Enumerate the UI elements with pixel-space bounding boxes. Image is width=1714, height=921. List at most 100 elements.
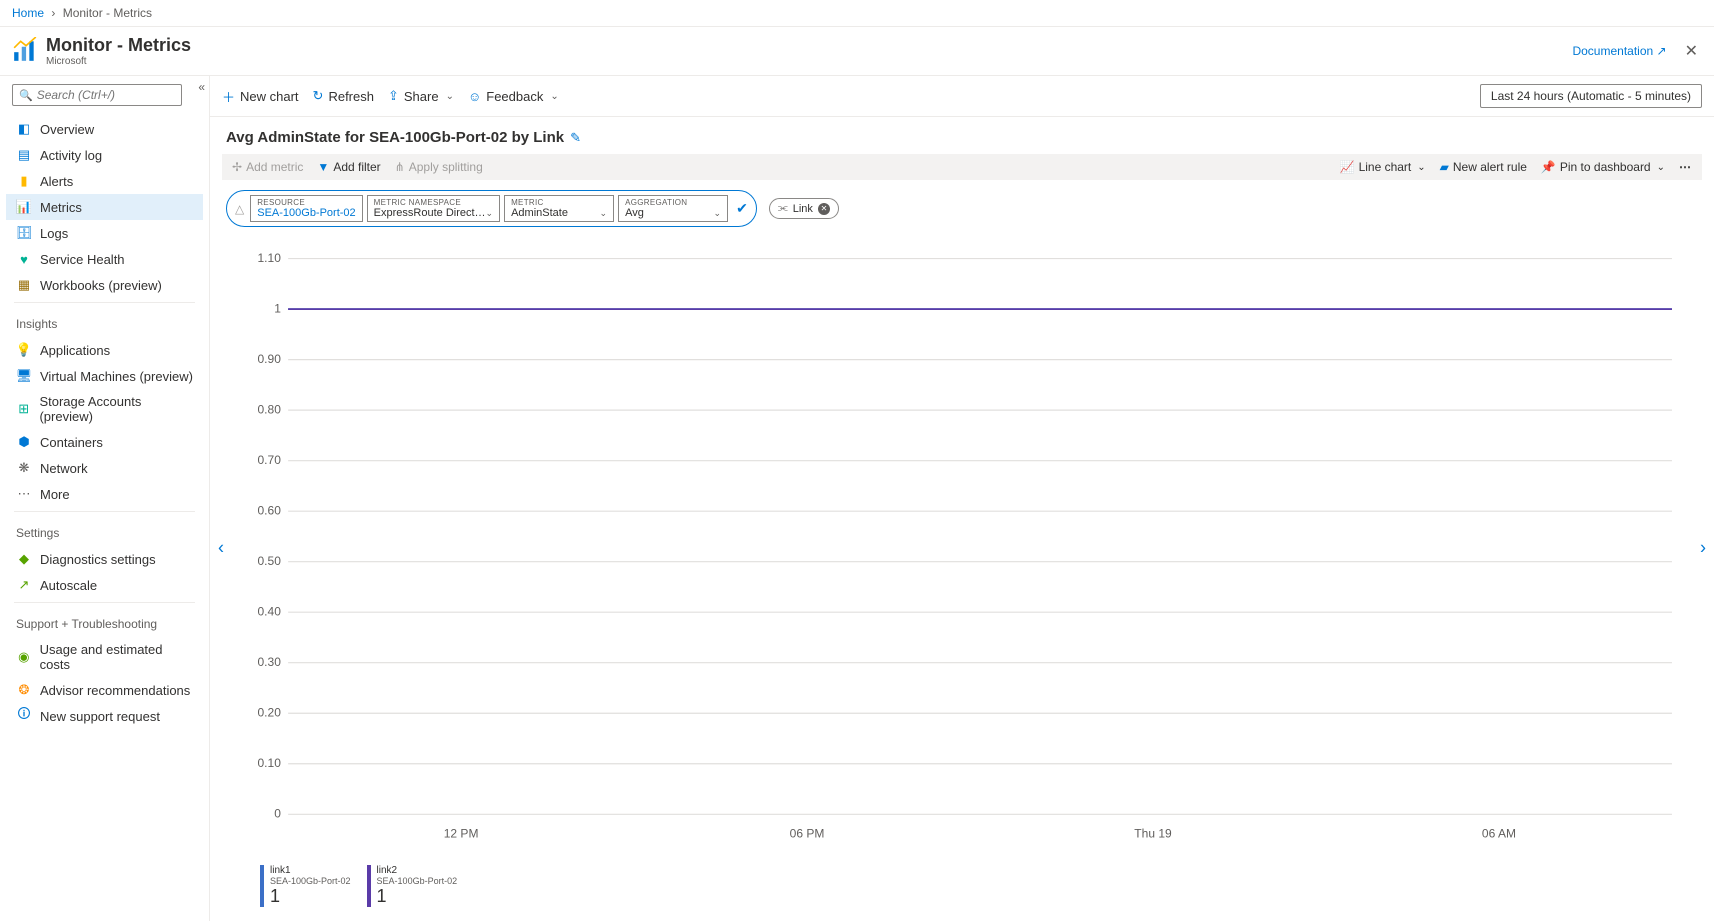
warn-icon: △ xyxy=(235,202,244,216)
close-button[interactable]: ✕ xyxy=(1681,41,1702,61)
legend-item[interactable]: link1SEA-100Gb-Port-021 xyxy=(260,865,351,907)
sidebar-item-storage-accounts-preview-[interactable]: ⊞ Storage Accounts (preview) xyxy=(6,389,203,429)
namespace-selector[interactable]: METRIC NAMESPACE ExpressRoute Direct…⌄ xyxy=(367,195,500,222)
time-range-picker[interactable]: Last 24 hours (Automatic - 5 minutes) xyxy=(1480,84,1702,108)
remove-chip-button[interactable]: ✕ xyxy=(818,203,830,215)
nav-label: Applications xyxy=(40,343,110,358)
sidebar-item-virtual-machines-preview-[interactable]: 🖥Virtual Machines (preview) xyxy=(6,363,203,389)
svg-text:1.10: 1.10 xyxy=(258,251,282,265)
new-alert-button[interactable]: ▰New alert rule xyxy=(1440,160,1527,174)
breadcrumb: Home › Monitor - Metrics xyxy=(0,0,1714,27)
chevron-down-icon: ⌄ xyxy=(550,91,558,102)
nav-label: Network xyxy=(40,461,88,476)
legend-sub: SEA-100Gb-Port-02 xyxy=(270,876,351,886)
sidebar-item-metrics[interactable]: 📊Metrics xyxy=(6,194,203,220)
monitor-icon xyxy=(12,37,38,66)
nav-icon: ◆ xyxy=(16,551,32,567)
sidebar-search[interactable]: 🔍 xyxy=(12,84,182,106)
search-input[interactable] xyxy=(37,88,175,102)
resource-selector[interactable]: RESOURCE SEA-100Gb-Port-02 xyxy=(250,195,362,222)
sidebar-item-new-support-request[interactable]: 🛈New support request xyxy=(6,703,203,729)
sidebar-item-containers[interactable]: ⬢ Containers xyxy=(6,429,203,455)
chart-title: Avg AdminState for SEA-100Gb-Port-02 by … xyxy=(226,129,564,146)
sidebar-item-applications[interactable]: 💡Applications xyxy=(6,337,203,363)
nav-label: Metrics xyxy=(40,200,82,215)
edit-title-button[interactable]: ✎ xyxy=(570,130,581,146)
metric-selector[interactable]: METRIC AdminState⌄ xyxy=(504,195,614,222)
sidebar-item-advisor-recommendations[interactable]: ❂Advisor recommendations xyxy=(6,677,203,703)
sidebar-item-more[interactable]: ⋯More xyxy=(6,481,203,507)
aggregation-selector[interactable]: AGGREGATION Avg⌄ xyxy=(618,195,728,222)
feedback-button[interactable]: ☺Feedback⌄ xyxy=(468,89,559,104)
share-button[interactable]: ⇪Share⌄ xyxy=(388,88,454,104)
documentation-link[interactable]: Documentation ↗ xyxy=(1572,44,1666,58)
sidebar-item-diagnostics-settings[interactable]: ◆Diagnostics settings xyxy=(6,546,203,572)
sidebar-item-autoscale[interactable]: ↗ Autoscale xyxy=(6,572,203,598)
sidebar-item-service-health[interactable]: ♥Service Health xyxy=(6,246,203,272)
sidebar-item-logs[interactable]: 🗄Logs xyxy=(6,220,203,246)
page-title: Monitor - Metrics xyxy=(46,35,191,56)
chevron-down-icon: ⌄ xyxy=(1657,162,1665,173)
nav-icon: ⬢ xyxy=(16,434,32,450)
link-chip[interactable]: ⫘ Link ✕ xyxy=(769,198,839,219)
sidebar-item-overview[interactable]: ◧Overview xyxy=(6,116,203,142)
nav-label: Workbooks (preview) xyxy=(40,278,162,293)
apply-splitting-button[interactable]: ⋔Apply splitting xyxy=(395,160,483,174)
nav-label: Service Health xyxy=(40,252,125,267)
split-icon: ⋔ xyxy=(395,160,405,174)
sidebar-item-usage-and-estimated-costs[interactable]: ◉Usage and estimated costs xyxy=(6,637,203,677)
refresh-button[interactable]: ↻Refresh xyxy=(313,88,374,104)
chart-type-button[interactable]: 📈Line chart⌄ xyxy=(1340,160,1426,174)
legend-item[interactable]: link2SEA-100Gb-Port-021 xyxy=(367,865,458,907)
metric-pill: △ RESOURCE SEA-100Gb-Port-02 METRIC NAME… xyxy=(226,190,757,227)
nav-label: Storage Accounts (preview) xyxy=(39,394,193,424)
nav-label: New support request xyxy=(40,709,160,724)
nav-icon: ⊞ xyxy=(16,401,31,417)
legend-sub: SEA-100Gb-Port-02 xyxy=(377,876,458,886)
nav-group-support: Support + Troubleshooting xyxy=(6,607,203,637)
svg-text:0.40: 0.40 xyxy=(258,605,282,619)
add-filter-button[interactable]: ▼Add filter xyxy=(317,160,380,174)
new-chart-button[interactable]: ＋New chart xyxy=(222,87,299,106)
nav-label: Autoscale xyxy=(40,578,97,593)
nav-icon: ❂ xyxy=(16,682,32,698)
legend-name: link2 xyxy=(377,865,458,876)
nav-icon: ▮ xyxy=(16,173,32,189)
more-actions-button[interactable]: ⋯ xyxy=(1679,160,1692,174)
sidebar: « 🔍 ◧Overview▤Activity log ▮ Alerts 📊Metric… xyxy=(0,76,210,921)
svg-text:0.20: 0.20 xyxy=(258,706,282,720)
sidebar-collapse-button[interactable]: « xyxy=(198,80,205,94)
chevron-down-icon: ⌄ xyxy=(1417,162,1425,173)
toolbar: ＋New chart ↻Refresh ⇪Share⌄ ☺Feedback⌄ L… xyxy=(210,76,1714,117)
refresh-icon: ↻ xyxy=(313,88,324,104)
svg-text:0.60: 0.60 xyxy=(258,504,282,518)
nav-icon: ↗ xyxy=(16,577,32,593)
prev-chart-button[interactable]: ‹ xyxy=(212,532,230,565)
chart-actions-bar: ✢Add metric ▼Add filter ⋔Apply splitting… xyxy=(222,154,1702,180)
nav-icon: ◧ xyxy=(16,121,32,137)
nav-icon: ▦ xyxy=(16,277,32,293)
pin-dashboard-button[interactable]: 📌Pin to dashboard⌄ xyxy=(1541,160,1665,174)
sidebar-item-workbooks-preview-[interactable]: ▦ Workbooks (preview) xyxy=(6,272,203,298)
chart-area: ‹ › 00.100.200.300.400.500.600.700.800.9… xyxy=(210,237,1714,859)
svg-text:0.50: 0.50 xyxy=(258,554,282,568)
smiley-icon: ☺ xyxy=(468,89,481,104)
nav-label: Logs xyxy=(40,226,68,241)
chevron-down-icon: ⌄ xyxy=(486,208,494,219)
nav-label: Alerts xyxy=(40,174,73,189)
breadcrumb-home[interactable]: Home xyxy=(12,6,44,20)
legend-name: link1 xyxy=(270,865,351,876)
line-chart: 00.100.200.300.400.500.600.700.800.9011.… xyxy=(240,247,1684,849)
alert-icon: ▰ xyxy=(1440,160,1449,174)
svg-text:Thu 19: Thu 19 xyxy=(1134,827,1171,841)
metric-config-row: △ RESOURCE SEA-100Gb-Port-02 METRIC NAME… xyxy=(210,180,1714,237)
nav-icon: ❋ xyxy=(16,460,32,476)
sidebar-item-activity-log[interactable]: ▤Activity log xyxy=(6,142,203,168)
next-chart-button[interactable]: › xyxy=(1694,532,1712,565)
main-content: ＋New chart ↻Refresh ⇪Share⌄ ☺Feedback⌄ L… xyxy=(210,76,1714,921)
nav-label: Containers xyxy=(40,435,103,450)
sidebar-item-alerts[interactable]: ▮ Alerts xyxy=(6,168,203,194)
add-metric-button[interactable]: ✢Add metric xyxy=(232,160,303,174)
sidebar-item-network[interactable]: ❋ Network xyxy=(6,455,203,481)
page-subtitle: Microsoft xyxy=(46,56,191,67)
